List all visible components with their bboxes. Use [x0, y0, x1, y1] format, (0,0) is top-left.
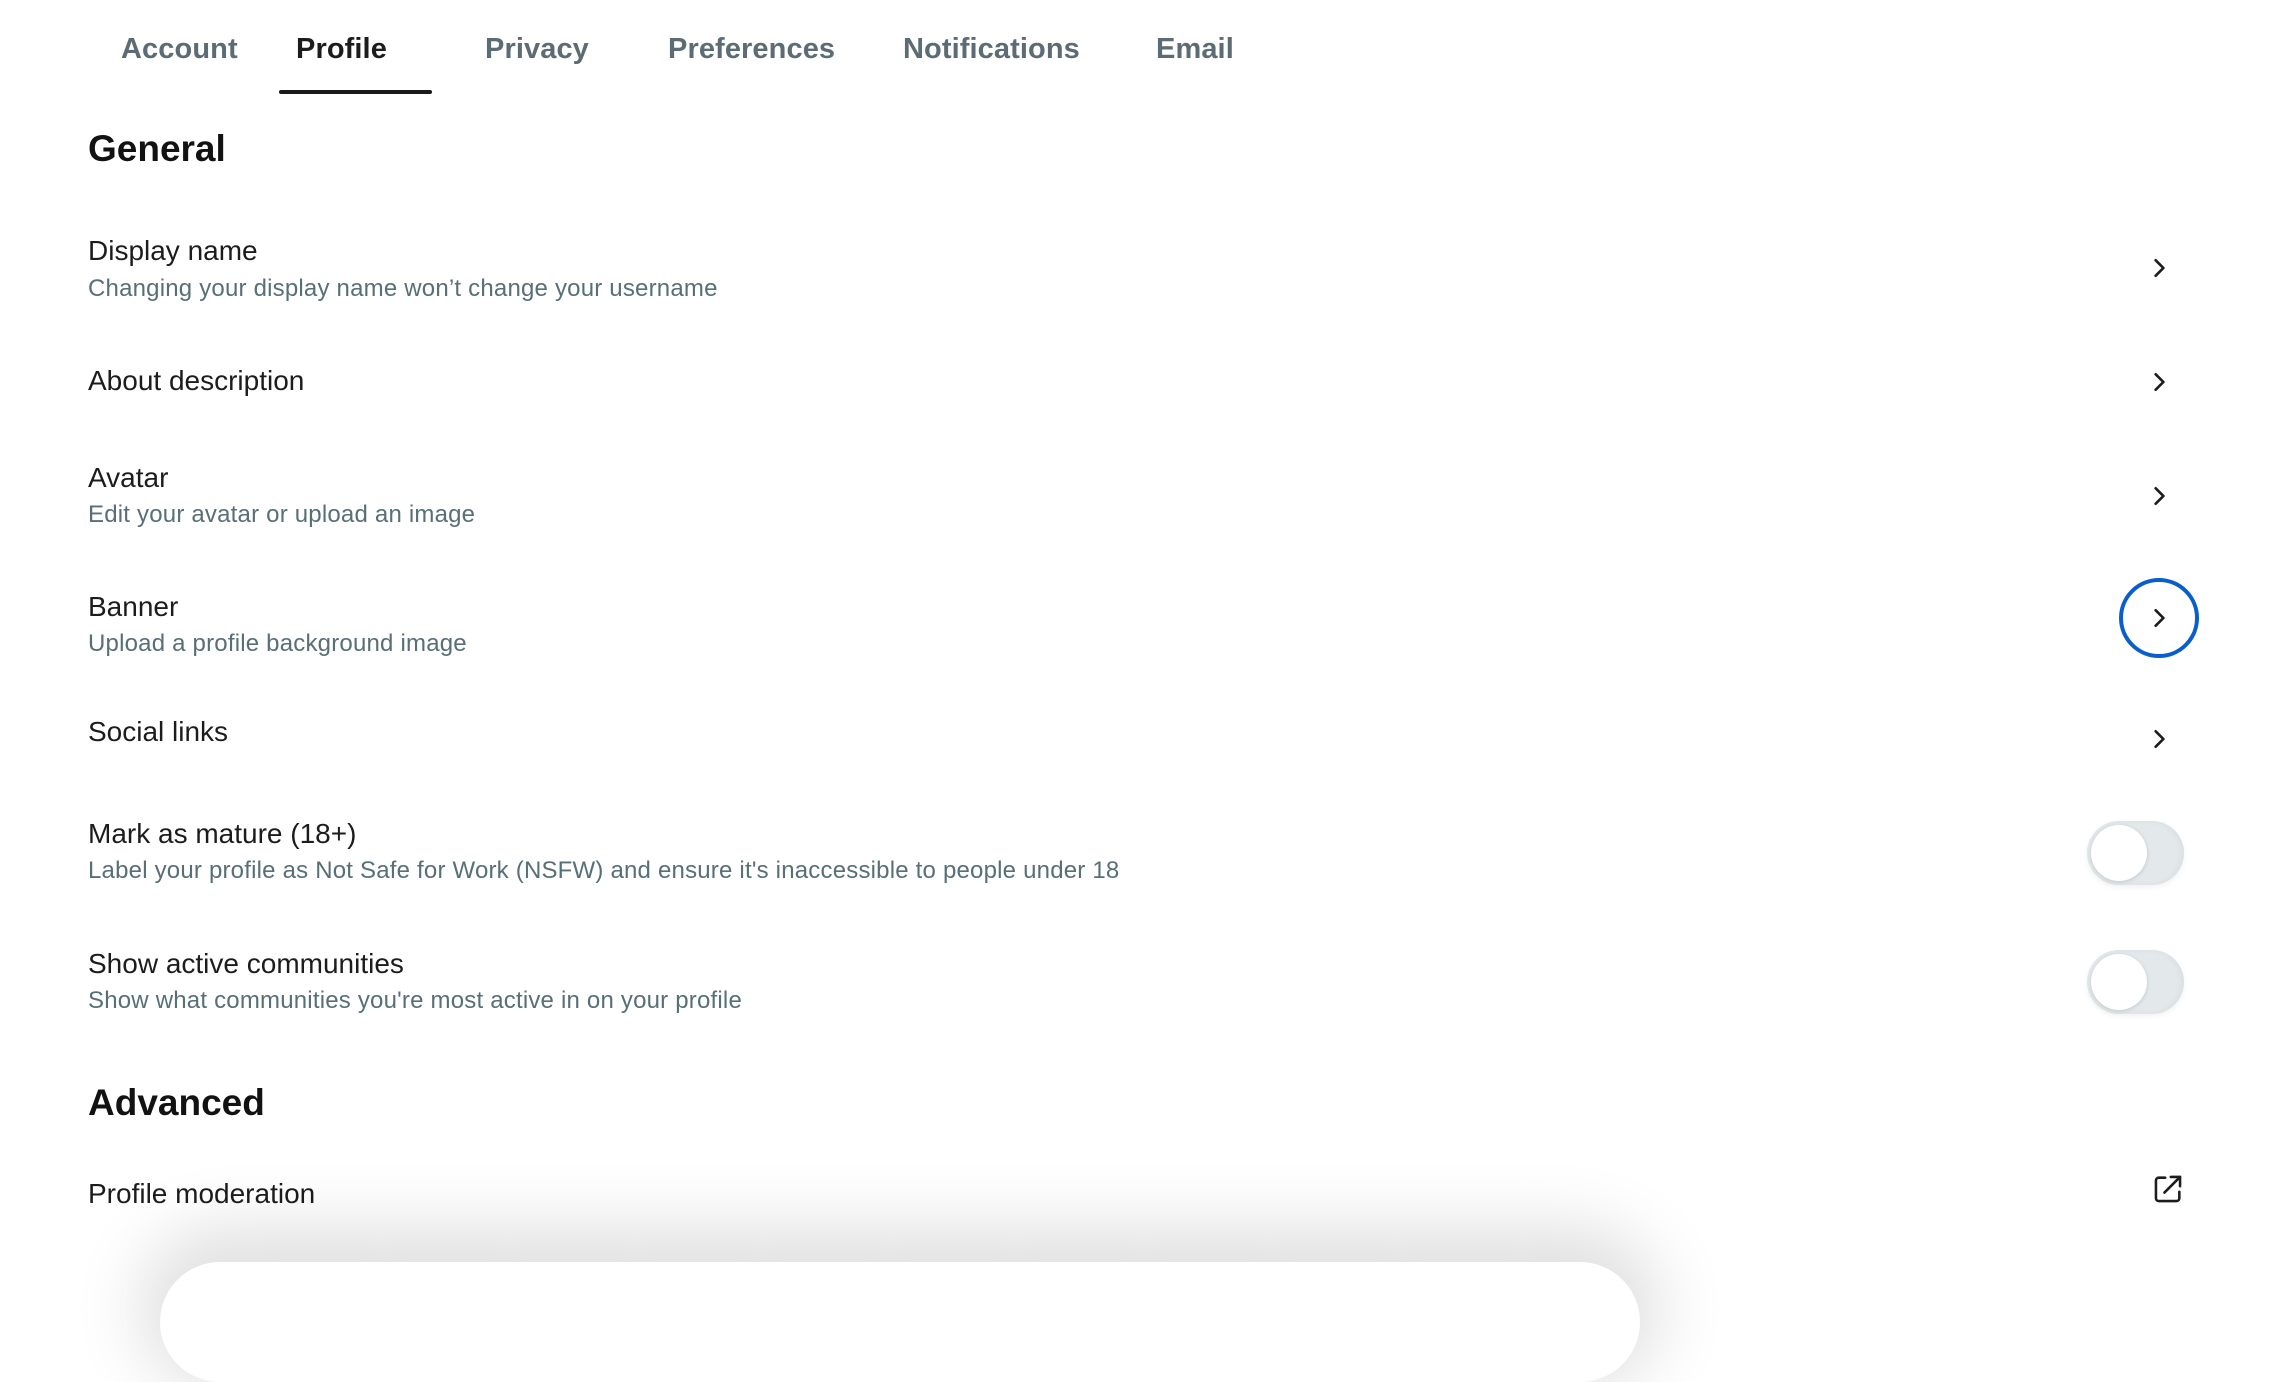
setting-title: Avatar — [88, 462, 169, 493]
setting-title: Social links — [88, 716, 229, 747]
setting-title: Banner — [88, 591, 179, 622]
tab-email[interactable]: Email — [1156, 33, 1234, 66]
tab-profile[interactable]: Profile — [296, 33, 387, 66]
active-tab-indicator — [279, 90, 432, 94]
tab-privacy[interactable]: Privacy — [485, 33, 589, 66]
chevron-right-icon — [2154, 608, 2165, 628]
setting-description: Changing your display name won’t change … — [88, 275, 718, 302]
setting-title: About description — [88, 365, 305, 396]
setting-description: Label your profile as Not Safe for Work … — [88, 857, 1120, 884]
display-name-open-button[interactable] — [2119, 228, 2199, 308]
setting-description: Edit your avatar or upload an image — [88, 501, 476, 528]
setting-description: Show what communities you're most active… — [88, 987, 742, 1014]
tab-account[interactable]: Account — [121, 33, 238, 66]
chevron-right-icon — [2154, 486, 2165, 506]
social-links-open-button[interactable] — [2119, 699, 2199, 779]
external-link-icon[interactable] — [2151, 1172, 2185, 1206]
setting-description: Upload a profile background image — [88, 630, 467, 657]
setting-title: Mark as mature (18+) — [88, 818, 357, 849]
chevron-right-icon — [2154, 258, 2165, 278]
setting-title: Show active communities — [88, 948, 404, 979]
settings-tabs: Account Profile Privacy Preferences Noti… — [0, 0, 1400, 96]
banner-open-button[interactable] — [2119, 578, 2199, 658]
chevron-right-icon — [2154, 372, 2165, 392]
mark-as-mature-toggle[interactable] — [2087, 821, 2184, 885]
show-active-communities-toggle[interactable] — [2087, 950, 2184, 1014]
chevron-right-icon — [2154, 729, 2165, 749]
tab-preferences[interactable]: Preferences — [668, 33, 835, 66]
avatar-open-button[interactable] — [2119, 456, 2199, 536]
toggle-knob — [2091, 954, 2147, 1010]
section-heading-general: General — [88, 128, 226, 169]
floating-panel-shadow — [160, 1262, 1640, 1382]
toggle-knob — [2091, 825, 2147, 881]
tab-notifications[interactable]: Notifications — [903, 33, 1080, 66]
setting-title: Profile moderation — [88, 1178, 316, 1209]
setting-title: Display name — [88, 235, 258, 266]
about-description-open-button[interactable] — [2119, 342, 2199, 422]
section-heading-advanced: Advanced — [88, 1082, 265, 1123]
